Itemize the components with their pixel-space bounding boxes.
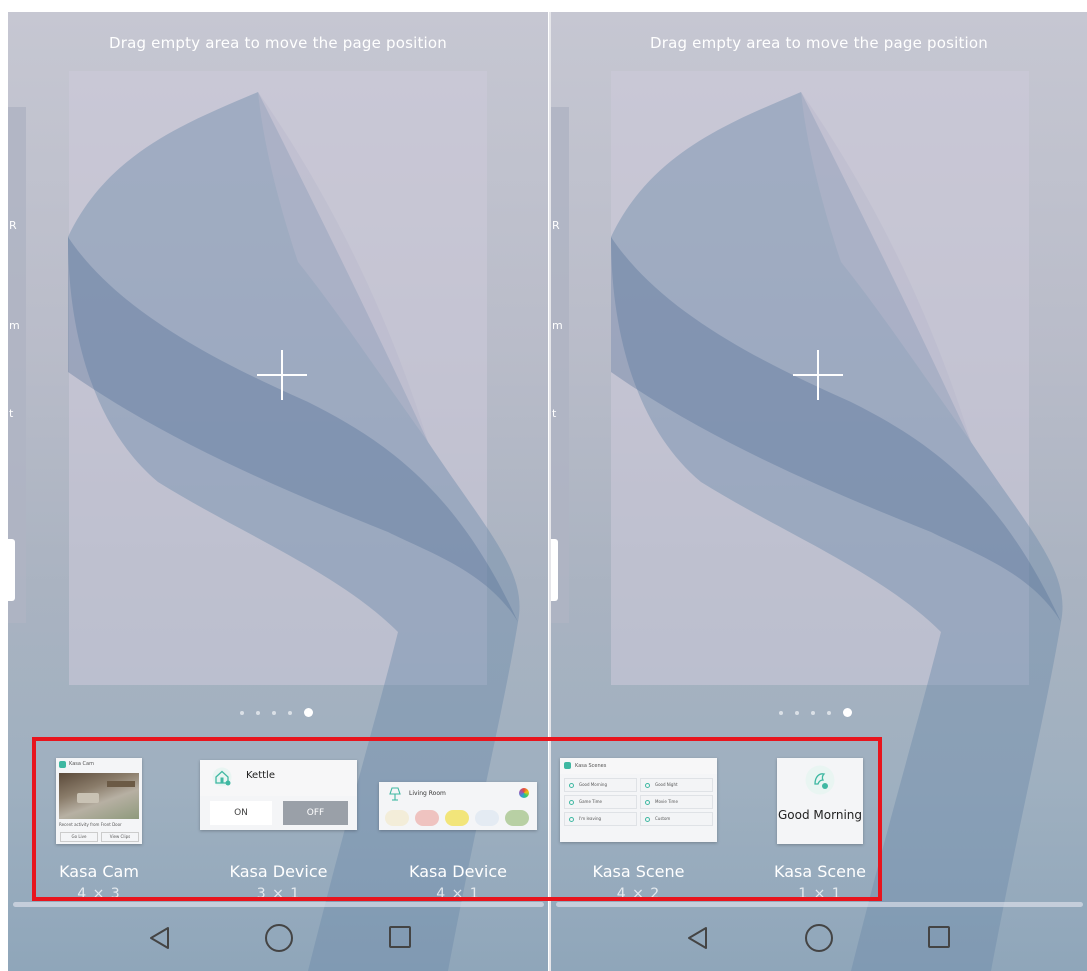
- color-swatch: [475, 810, 499, 826]
- home-circle-icon[interactable]: [265, 924, 293, 952]
- recents-square-icon[interactable]: [928, 926, 950, 948]
- page-indicator: [240, 708, 313, 717]
- living-room-preview: Living Room: [379, 782, 537, 830]
- drag-hint-text: Drag empty area to move the page positio…: [108, 34, 448, 52]
- add-page-plus-icon[interactable]: [257, 350, 307, 400]
- widget-name: Kasa Cam: [59, 862, 139, 881]
- camera-snapshot-image: [59, 773, 139, 819]
- widget-kasa-scene-list[interactable]: Kasa Scenes Good Morning Good Night Game…: [560, 758, 717, 902]
- page-dot: [779, 710, 783, 715]
- page-dot: [272, 710, 276, 715]
- drag-hint-text: Drag empty area to move the page positio…: [649, 34, 989, 52]
- widget-name: Kasa Scene: [592, 862, 685, 881]
- page-dot: [256, 710, 260, 715]
- home-screen-edit-panel-left: Drag empty area to move the page positio…: [8, 12, 548, 971]
- kettle-on-button: ON: [210, 801, 272, 825]
- scene-custom: Custom: [640, 812, 713, 826]
- color-swatch: [505, 810, 529, 826]
- kettle-preview: Kettle ON OFF: [200, 760, 357, 830]
- navigation-bar: [551, 907, 1087, 971]
- previous-page-edge[interactable]: R m t: [8, 107, 26, 623]
- back-triangle-icon[interactable]: [685, 925, 711, 951]
- back-triangle-icon[interactable]: [147, 925, 173, 951]
- page-dot: [827, 710, 831, 715]
- widget-size: 1 × 1: [798, 886, 842, 902]
- kasa-scenes-preview: Kasa Scenes Good Morning Good Night Game…: [560, 758, 717, 842]
- widget-kasa-cam[interactable]: Kasa Cam Recent activity from Front Door…: [56, 758, 142, 902]
- kasa-cam-app-icon: [59, 761, 66, 768]
- scene-im-leaving: I'm leaving: [564, 812, 637, 826]
- scene-good-morning: Good Morning: [564, 778, 637, 792]
- widget-size: 4 × 1: [436, 886, 480, 902]
- good-morning-scene-name: Good Morning: [778, 808, 862, 822]
- go-live-button: Go Live: [60, 832, 98, 842]
- widget-kasa-device-kettle[interactable]: Kettle ON OFF Kasa Device 3 × 1: [200, 758, 357, 902]
- color-swatch: [415, 810, 439, 826]
- view-clips-button: View Clips: [101, 832, 139, 842]
- widget-kasa-scene-single[interactable]: Good Morning Kasa Scene 1 × 1: [774, 758, 866, 902]
- scene-movie-time: Movie Time: [640, 795, 713, 809]
- widget-name: Kasa Scene: [773, 862, 867, 881]
- color-swatch: [385, 810, 409, 826]
- lamp-icon: [389, 787, 401, 801]
- kasa-scenes-title: Kasa Scenes: [575, 763, 607, 769]
- page-dot: [811, 710, 815, 715]
- page-handle[interactable]: [551, 539, 558, 601]
- home-screen-edit-panel-right: Drag empty area to move the page positio…: [551, 12, 1087, 971]
- good-morning-scene-preview: Good Morning: [777, 758, 863, 844]
- color-wheel-icon: [519, 788, 529, 798]
- page-dot: [795, 710, 799, 715]
- widget-size: 4 × 2: [616, 886, 661, 902]
- scene-bird-icon: [805, 765, 835, 795]
- living-room-name: Living Room: [409, 790, 446, 797]
- page-indicator: [779, 708, 852, 717]
- kasa-cam-preview: Kasa Cam Recent activity from Front Door…: [56, 758, 142, 844]
- previous-page-edge[interactable]: R m t: [551, 107, 569, 623]
- scene-game-time: Game Time: [564, 795, 637, 809]
- recents-square-icon[interactable]: [389, 926, 411, 948]
- page-dot-active: [304, 708, 313, 717]
- add-page-plus-icon[interactable]: [793, 350, 843, 400]
- widget-size: 4 × 3: [77, 886, 121, 902]
- page-dot: [288, 710, 292, 715]
- kasa-cam-activity-text: Recent activity from Front Door: [59, 822, 122, 827]
- page-dot-active: [843, 708, 852, 717]
- widget-kasa-device-living-room[interactable]: Living Room Kasa Device 4 × 1: [379, 758, 537, 902]
- scene-good-night: Good Night: [640, 778, 713, 792]
- kettle-device-name: Kettle: [246, 770, 275, 781]
- page-handle[interactable]: [8, 539, 15, 601]
- kettle-off-button: OFF: [283, 801, 348, 825]
- kasa-scenes-app-icon: [564, 762, 571, 769]
- page-dot: [240, 710, 244, 715]
- color-swatch: [445, 810, 469, 826]
- widget-name: Kasa Device: [409, 862, 507, 881]
- navigation-bar: [8, 907, 548, 971]
- kettle-house-icon: [212, 767, 232, 787]
- home-circle-icon[interactable]: [805, 924, 833, 952]
- kasa-cam-preview-title: Kasa Cam: [69, 761, 94, 767]
